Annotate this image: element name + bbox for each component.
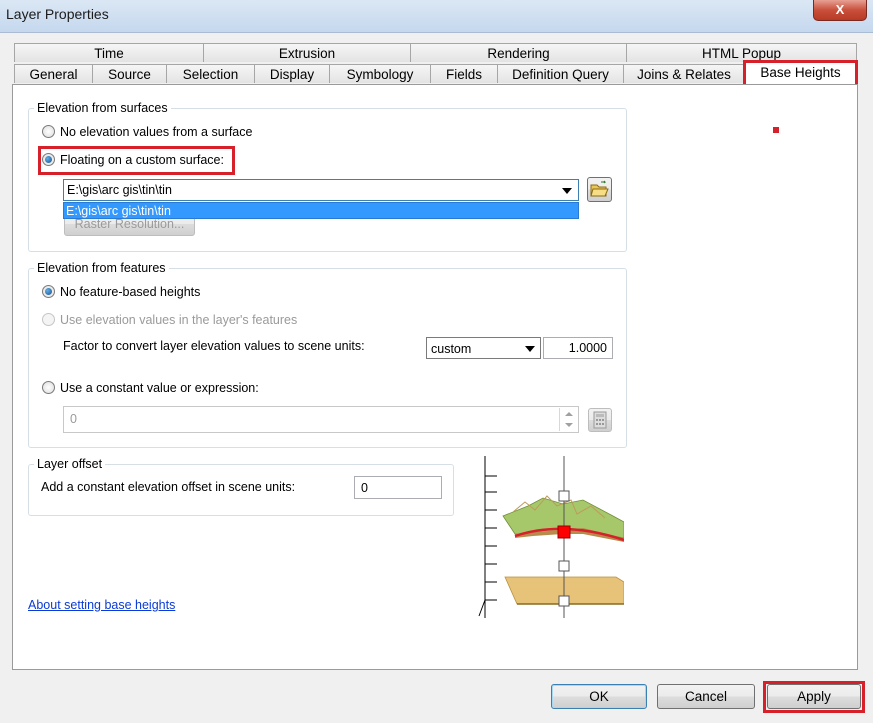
constant-value: 0 xyxy=(70,412,77,426)
constant-value-radio[interactable] xyxy=(42,381,55,394)
highlight-box xyxy=(38,146,235,175)
factor-unit-select[interactable]: custom xyxy=(426,337,541,359)
tab-rendering[interactable]: Rendering xyxy=(410,43,627,62)
highlight-box xyxy=(763,681,865,713)
title-bar xyxy=(0,0,873,33)
no-feature-heights-label: No feature-based heights xyxy=(60,285,201,299)
no-surface-label: No elevation values from a surface xyxy=(60,125,253,139)
spin-arrows-icon xyxy=(565,412,573,427)
folder-open-icon xyxy=(590,180,609,197)
tab-extrusion[interactable]: Extrusion xyxy=(203,43,411,62)
surface-option-label: E:\gis\arc gis\tin\tin xyxy=(66,204,171,218)
tab-selection[interactable]: Selection xyxy=(166,64,255,83)
tab-source[interactable]: Source xyxy=(92,64,167,83)
offset-label: Add a constant elevation offset in scene… xyxy=(41,480,296,494)
factor-label: Factor to convert layer elevation values… xyxy=(63,339,365,353)
close-icon: X xyxy=(835,2,845,17)
features-legend: Elevation from features xyxy=(34,261,169,275)
base-heights-preview xyxy=(473,456,625,618)
marker-dot xyxy=(773,127,779,133)
no-surface-radio[interactable] xyxy=(42,125,55,138)
tab-display[interactable]: Display xyxy=(254,64,330,83)
spin-buttons[interactable] xyxy=(559,408,578,431)
expression-builder-button[interactable] xyxy=(588,408,612,432)
surface-dropdown-option[interactable]: E:\gis\arc gis\tin\tin xyxy=(63,202,579,219)
chevron-down-icon xyxy=(525,346,535,352)
close-button[interactable]: X xyxy=(813,0,867,21)
factor-unit-value: custom xyxy=(431,342,472,356)
tab-general[interactable]: General xyxy=(14,64,93,83)
surface-preview-illustration xyxy=(478,456,625,618)
cancel-button[interactable]: Cancel xyxy=(657,684,755,709)
surfaces-legend: Elevation from surfaces xyxy=(34,101,171,115)
offset-legend: Layer offset xyxy=(34,457,106,471)
offset-value: 0 xyxy=(361,481,368,495)
about-base-heights-link[interactable]: About setting base heights xyxy=(28,598,175,612)
layer-elevation-radio[interactable] xyxy=(42,313,55,326)
tab-time[interactable]: Time xyxy=(14,43,204,62)
no-feature-heights-radio[interactable] xyxy=(42,285,55,298)
calculator-icon xyxy=(593,411,607,429)
factor-value-input[interactable]: 1.0000 xyxy=(543,337,613,359)
chevron-down-icon xyxy=(562,188,572,194)
window-title: Layer Properties xyxy=(6,6,109,22)
browse-surface-button[interactable] xyxy=(587,177,612,202)
layer-elevation-label: Use elevation values in the layer's feat… xyxy=(60,313,298,327)
constant-value-label: Use a constant value or expression: xyxy=(60,381,259,395)
offset-input[interactable]: 0 xyxy=(354,476,442,499)
ok-button[interactable]: OK xyxy=(551,684,647,709)
surface-select-value: E:\gis\arc gis\tin\tin xyxy=(67,183,172,197)
factor-value: 1.0000 xyxy=(568,341,607,355)
tab-joins-relates[interactable]: Joins & Relates xyxy=(623,64,745,83)
constant-value-input[interactable]: 0 xyxy=(63,406,579,433)
surface-select[interactable]: E:\gis\arc gis\tin\tin xyxy=(63,179,579,201)
tab-symbology[interactable]: Symbology xyxy=(329,64,431,83)
tab-fields[interactable]: Fields xyxy=(430,64,498,83)
tab-definition-query[interactable]: Definition Query xyxy=(497,64,624,83)
